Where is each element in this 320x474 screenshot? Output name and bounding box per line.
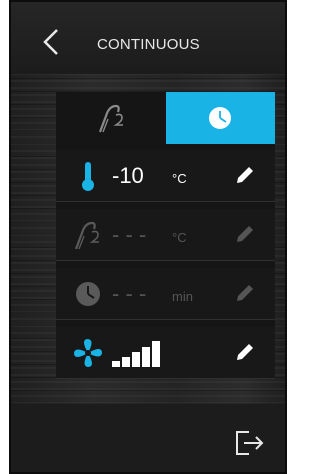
core-probe-icon	[74, 221, 99, 250]
pencil-icon[interactable]	[234, 164, 256, 186]
clock-icon	[209, 107, 231, 129]
pencil-icon[interactable]	[234, 282, 256, 304]
pencil-icon[interactable]	[234, 341, 256, 363]
exit-button[interactable]	[233, 426, 267, 460]
time-row[interactable]: - - - min	[56, 268, 275, 320]
fan-speed-bars	[112, 341, 160, 367]
temperature-unit: °C	[172, 171, 187, 186]
thermometer-icon	[82, 162, 94, 191]
mode-tabs	[56, 92, 275, 144]
settings-panel: -10 °C - - - °C - - - min	[56, 92, 275, 379]
exit-icon	[236, 431, 264, 455]
probe-unit: °C	[172, 230, 187, 245]
clock-icon	[76, 282, 100, 306]
fan-bar-5	[152, 341, 160, 367]
tab-probe[interactable]	[56, 92, 166, 144]
time-unit: min	[172, 289, 193, 304]
time-value: - - -	[112, 281, 147, 306]
probe-row[interactable]: - - - °C	[56, 209, 275, 261]
header-bar: CONTINUOUS	[11, 2, 285, 74]
fan-bar-4	[142, 347, 150, 367]
pencil-icon[interactable]	[234, 223, 256, 245]
fan-row[interactable]	[56, 327, 275, 379]
tab-timer[interactable]	[166, 92, 275, 144]
chevron-left-icon	[43, 29, 58, 55]
core-probe-icon	[98, 104, 123, 133]
fan-icon	[74, 339, 102, 367]
fan-bar-2	[122, 357, 130, 367]
page-title: CONTINUOUS	[97, 36, 200, 53]
probe-value: - - -	[112, 222, 147, 247]
temperature-value: -10	[112, 163, 144, 188]
footer-bar	[11, 404, 285, 472]
temperature-row[interactable]: -10 °C	[56, 150, 275, 202]
fan-bar-3	[132, 352, 140, 367]
fan-bar-1	[112, 361, 120, 367]
back-button[interactable]	[39, 26, 63, 58]
device-screen: CONTINUOUS -10 °C - - - °C - - - min	[9, 0, 287, 474]
